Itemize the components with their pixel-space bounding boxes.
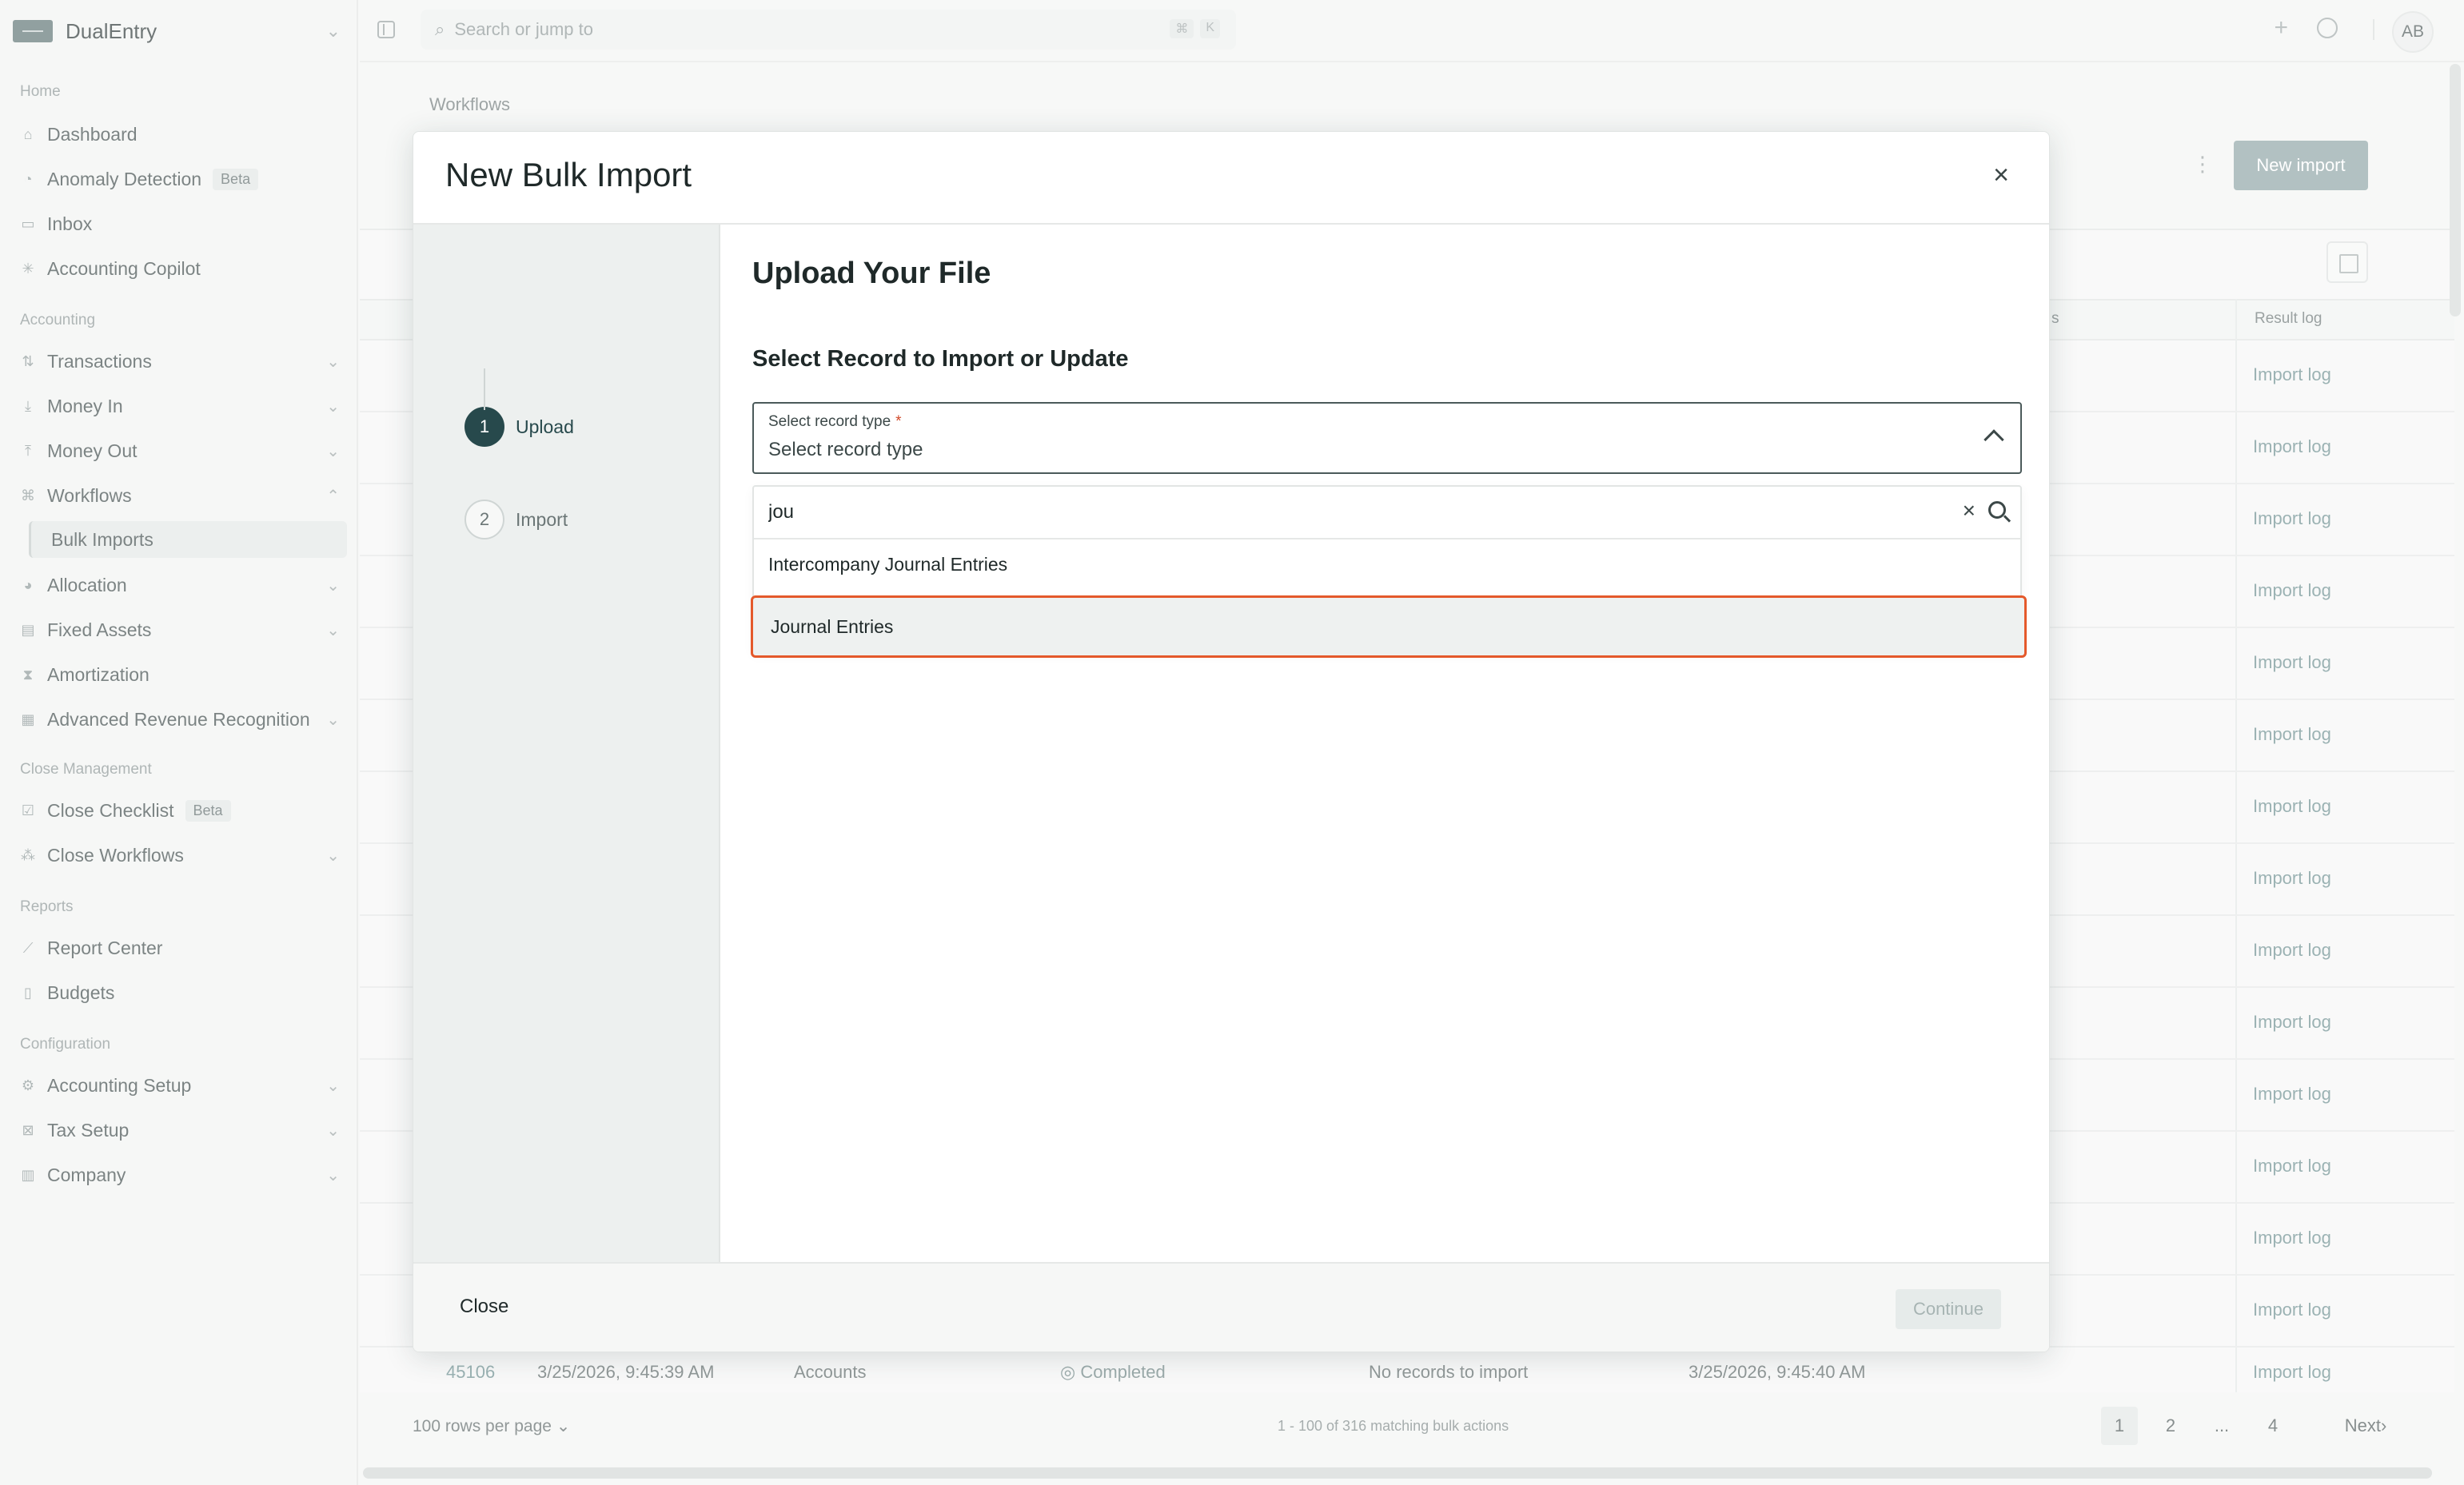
close-icon[interactable]: × [1987, 161, 2015, 189]
step-number: 2 [464, 500, 504, 539]
new-bulk-import-modal: New Bulk Import × 1 Upload 2 Import Uplo… [413, 131, 2050, 1352]
step-number: 1 [464, 407, 504, 447]
modal-header: New Bulk Import × [413, 132, 2049, 225]
stepper: 1 Upload 2 Import [413, 225, 720, 1264]
option-intercompany-journal-entries[interactable]: Intercompany Journal Entries [768, 554, 1007, 575]
chevron-up-icon [1984, 429, 2004, 450]
record-type-label: Select record type * [768, 413, 902, 430]
dropdown-search-input[interactable] [768, 498, 1888, 527]
record-type-select[interactable]: Select record type * Select record type [752, 402, 2022, 474]
continue-button[interactable]: Continue [1896, 1289, 2001, 1329]
step-connector [484, 368, 485, 410]
clear-icon[interactable]: × [1963, 498, 1976, 524]
step-label: Upload [516, 416, 574, 437]
search-icon [1988, 501, 2006, 519]
step-upload: 1 Upload [464, 407, 574, 447]
close-button[interactable]: Close [460, 1296, 508, 1318]
select-record-heading: Select Record to Import or Update [752, 346, 1129, 372]
modal-body: Upload Your File Select Record to Import… [720, 225, 2049, 1264]
record-type-value: Select record type [768, 439, 923, 460]
required-mark: * [895, 413, 902, 430]
upload-heading: Upload Your File [752, 257, 991, 290]
record-type-dropdown: × Intercompany Journal Entries Journal E… [751, 485, 2027, 658]
modal-title: New Bulk Import [445, 156, 692, 193]
modal-footer: Close Continue [413, 1262, 2049, 1352]
option-journal-entries[interactable]: Journal Entries [751, 595, 2027, 658]
step-import: 2 Import [464, 500, 568, 539]
step-label: Import [516, 508, 568, 530]
dropdown-search: × [754, 487, 2020, 539]
